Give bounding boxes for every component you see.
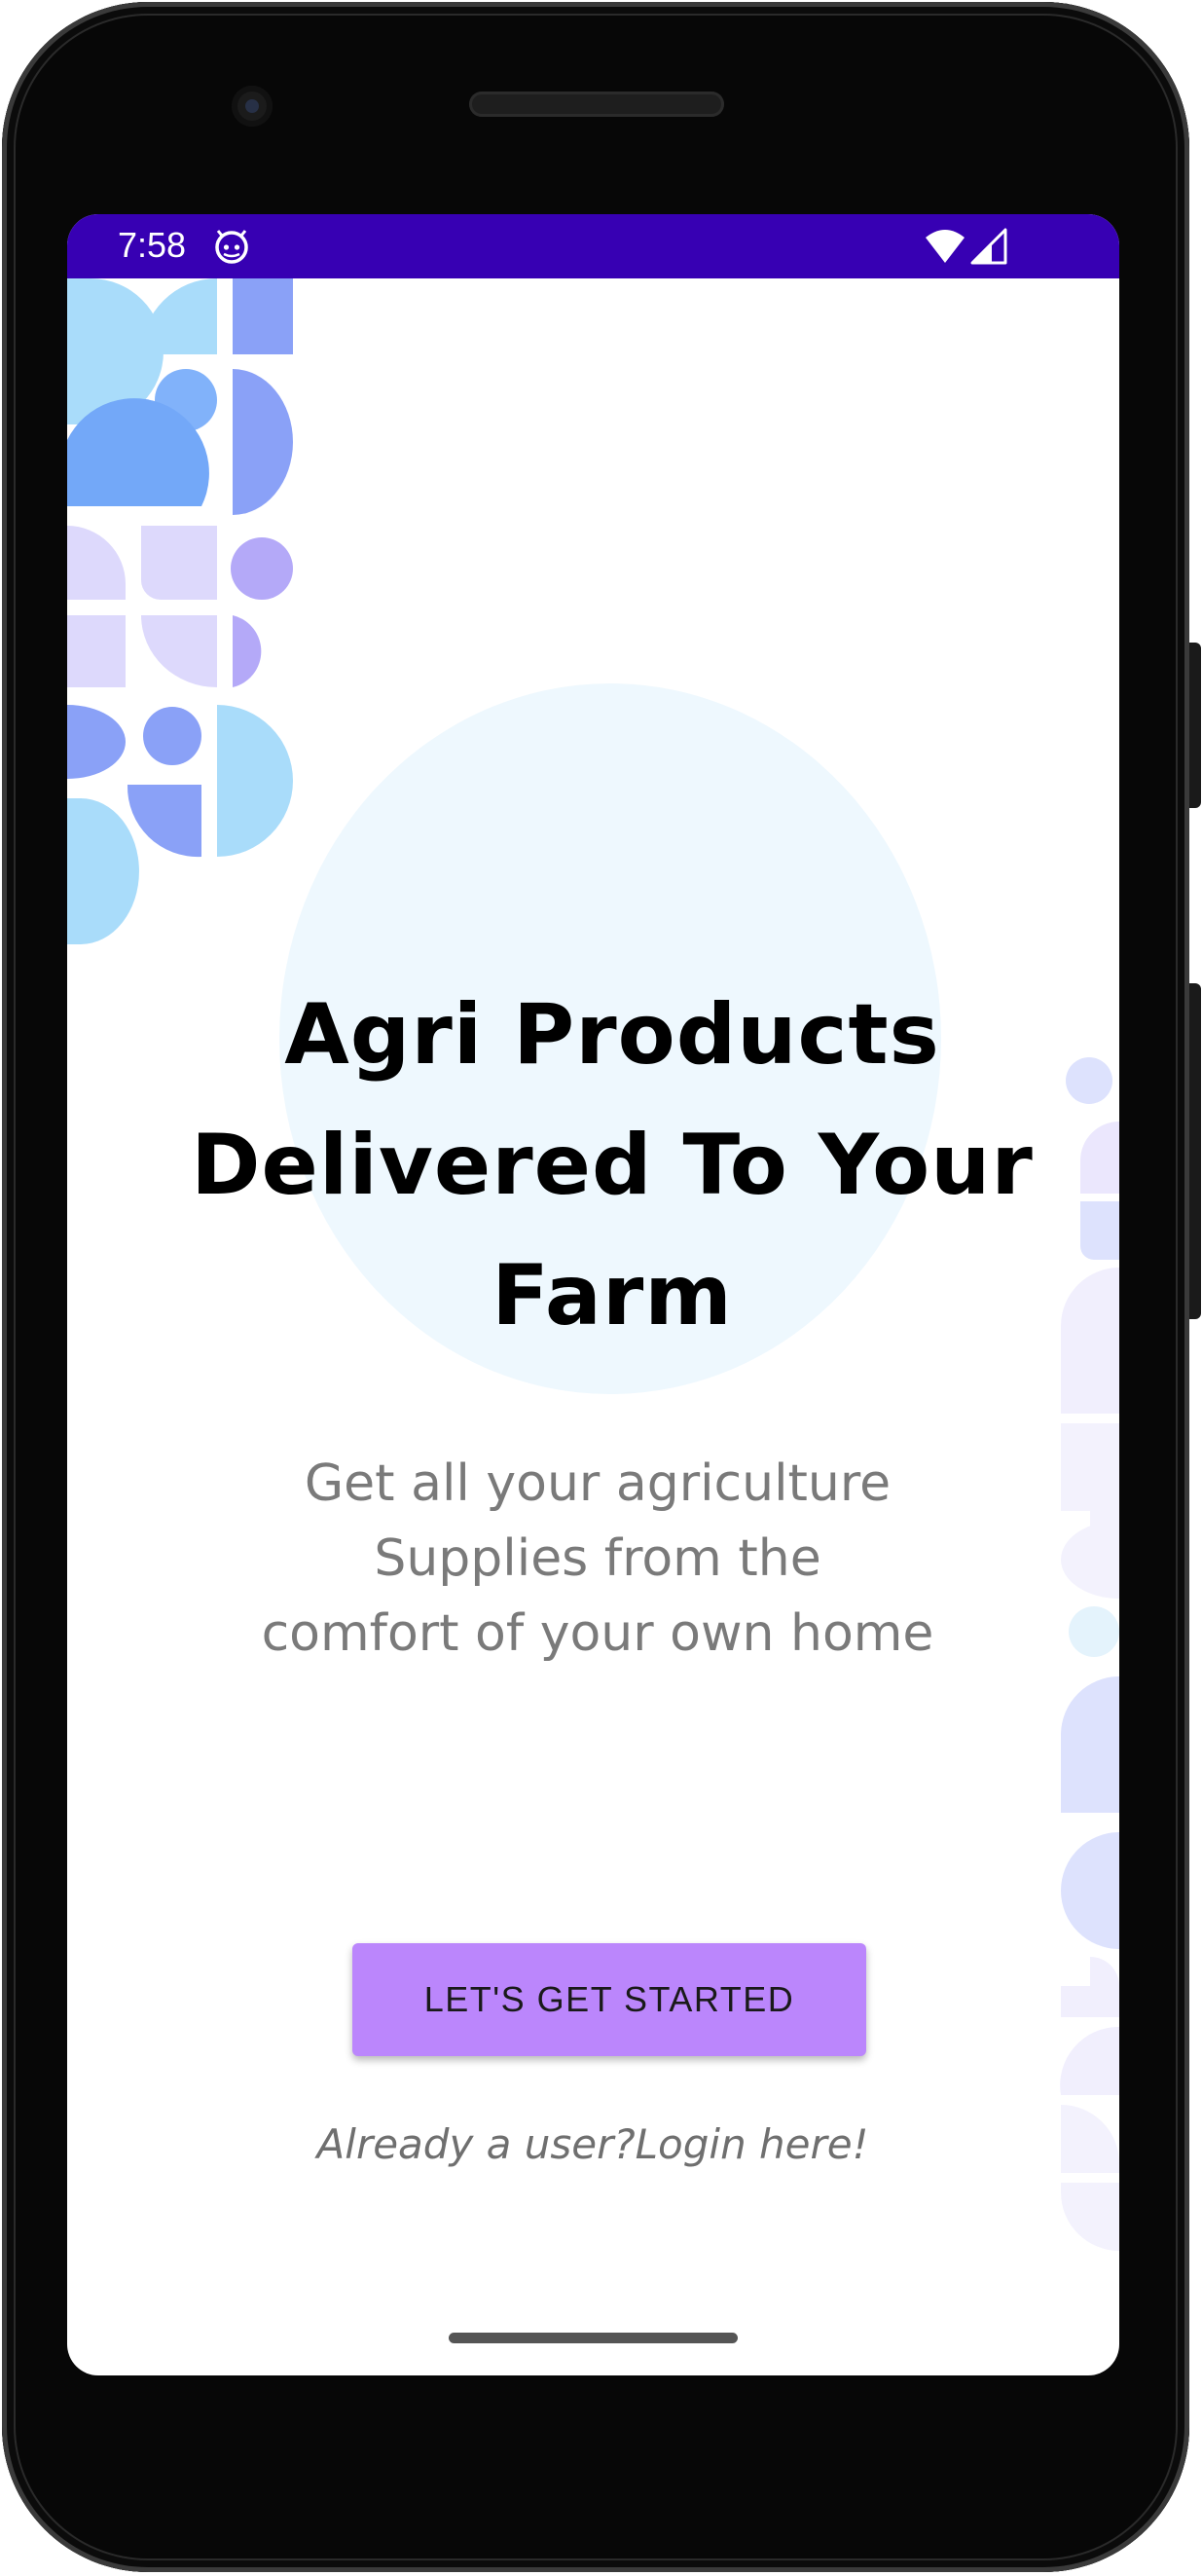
- subtitle-line-3: comfort of your own home: [261, 1604, 934, 1663]
- cell-signal-icon: [970, 228, 1007, 265]
- headline-line-2: Delivered To Your: [191, 1117, 1034, 1214]
- headline-line-3: Farm: [492, 1247, 733, 1344]
- onboarding-subtitle: Get all your agriculture Supplies from t…: [203, 1447, 992, 1672]
- android-debug-icon: [215, 230, 248, 264]
- decorative-shape-pattern-left: [67, 278, 293, 944]
- status-bar: 7:58: [67, 214, 1119, 278]
- volume-button: [1189, 983, 1201, 1319]
- subtitle-line-2: Supplies from the: [374, 1529, 821, 1588]
- app-screen: 7:58 Agri Products Delivered To Your Far…: [67, 214, 1119, 2375]
- subtitle-line-1: Get all your agriculture: [304, 1454, 892, 1513]
- home-indicator[interactable]: [449, 2333, 738, 2343]
- wifi-icon: [926, 230, 965, 263]
- phone-device: 7:58 Agri Products Delivered To Your Far…: [0, 0, 1202, 2576]
- power-button: [1189, 643, 1201, 808]
- get-started-button[interactable]: LET'S GET STARTED: [352, 1943, 866, 2056]
- status-time: 7:58: [118, 225, 187, 265]
- login-link[interactable]: Already a user?Login here!: [203, 2117, 982, 2172]
- earpiece-speaker: [469, 92, 724, 117]
- front-camera: [232, 86, 273, 127]
- onboarding-headline: Agri Products Delivered To Your Farm: [126, 970, 1099, 1361]
- headline-line-1: Agri Products: [284, 986, 940, 1084]
